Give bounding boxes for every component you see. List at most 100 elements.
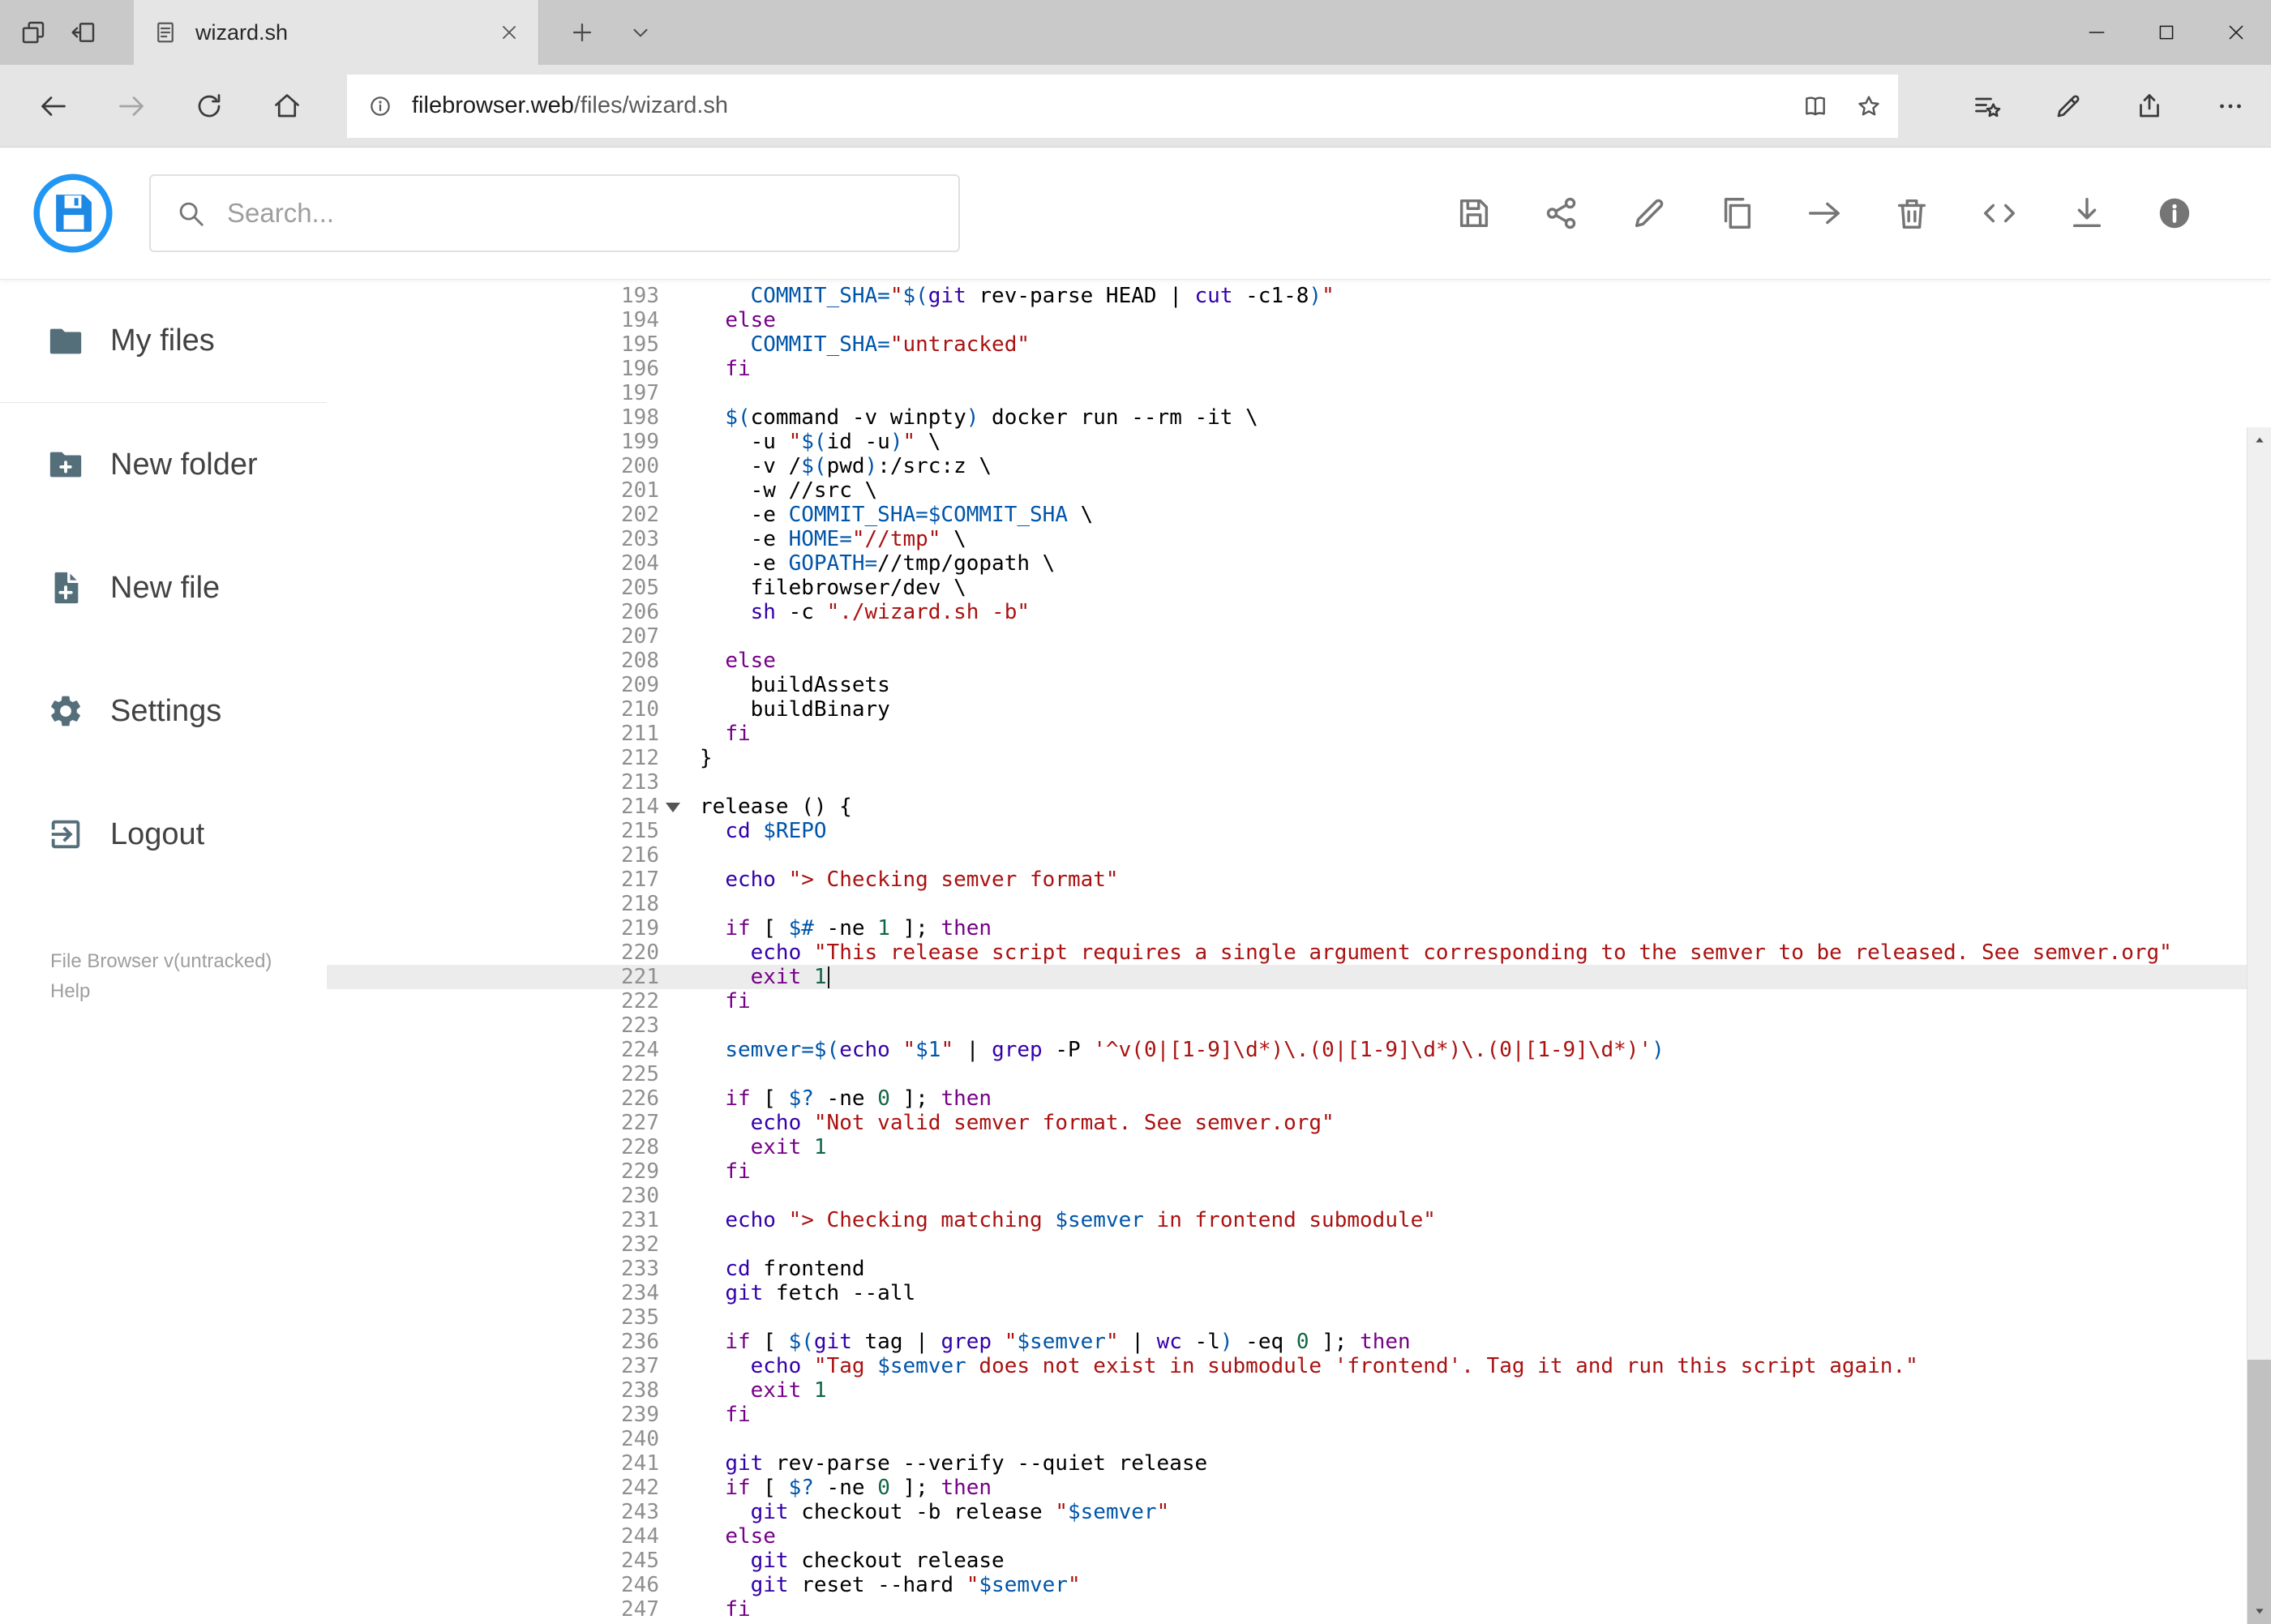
code-line-197[interactable]: 197: [327, 381, 2271, 405]
maximize-button[interactable]: [2132, 0, 2201, 65]
code-line-221[interactable]: 221 exit 1: [327, 965, 2271, 989]
refresh-button[interactable]: [170, 65, 248, 148]
tabs-aside-button[interactable]: [8, 0, 58, 65]
minimize-button[interactable]: [2062, 0, 2132, 65]
scroll-down-button[interactable]: [2247, 1598, 2271, 1624]
code-line-214[interactable]: 214 release () {: [327, 795, 2271, 819]
code-line-245[interactable]: 245 git checkout release: [327, 1549, 2271, 1573]
new-tab-button[interactable]: [556, 0, 608, 65]
code-line-208[interactable]: 208 else: [327, 649, 2271, 673]
code-line-222[interactable]: 222 fi: [327, 989, 2271, 1013]
code-line-200[interactable]: 200 -v /$(pwd):/src:z \: [327, 454, 2271, 478]
code-line-223[interactable]: 223: [327, 1013, 2271, 1038]
code-line-233[interactable]: 233 cd frontend: [327, 1257, 2271, 1281]
code-line-247[interactable]: 247 fi: [327, 1597, 2271, 1622]
code-line-231[interactable]: 231 echo "> Checking matching $semver in…: [327, 1208, 2271, 1232]
code-line-209[interactable]: 209 buildAssets: [327, 673, 2271, 697]
rename-button[interactable]: [1630, 195, 1668, 232]
code-line-219[interactable]: 219 if [ $# -ne 1 ]; then: [327, 916, 2271, 941]
code-line-227[interactable]: 227 echo "Not valid semver format. See s…: [327, 1111, 2271, 1135]
code-line-215[interactable]: 215 cd $REPO: [327, 819, 2271, 843]
code-line-240[interactable]: 240: [327, 1427, 2271, 1451]
code-line-193[interactable]: 193 COMMIT_SHA="$(git rev-parse HEAD | c…: [327, 284, 2271, 308]
code-line-202[interactable]: 202 -e COMMIT_SHA=$COMMIT_SHA \: [327, 503, 2271, 527]
code-line-242[interactable]: 242 if [ $? -ne 0 ]; then: [327, 1476, 2271, 1500]
delete-button[interactable]: [1893, 195, 1930, 232]
code-line-213[interactable]: 213: [327, 770, 2271, 795]
code-line-243[interactable]: 243 git checkout -b release "$semver": [327, 1500, 2271, 1524]
code-line-234[interactable]: 234 git fetch --all: [327, 1281, 2271, 1305]
code-editor[interactable]: 193 COMMIT_SHA="$(git rev-parse HEAD | c…: [327, 280, 2271, 1624]
code-line-201[interactable]: 201 -w //src \: [327, 478, 2271, 503]
back-button[interactable]: [15, 65, 92, 148]
code-line-237[interactable]: 237 echo "Tag $semver does not exist in …: [327, 1354, 2271, 1378]
code-line-206[interactable]: 206 sh -c "./wizard.sh -b": [327, 600, 2271, 624]
search-box[interactable]: [149, 174, 960, 252]
code-line-217[interactable]: 217 echo "> Checking semver format": [327, 868, 2271, 892]
code-line-199[interactable]: 199 -u "$(id -u)" \: [327, 430, 2271, 454]
code-line-211[interactable]: 211 fi: [327, 722, 2271, 746]
home-button[interactable]: [248, 65, 326, 148]
code-line-244[interactable]: 244 else: [327, 1524, 2271, 1549]
code-line-194[interactable]: 194 else: [327, 308, 2271, 332]
browser-share-button[interactable]: [2109, 65, 2190, 148]
code-line-224[interactable]: 224 semver=$(echo "$1" | grep -P '^v(0|[…: [327, 1038, 2271, 1062]
code-line-204[interactable]: 204 -e GOPATH=//tmp/gopath \: [327, 551, 2271, 576]
close-button[interactable]: [2201, 0, 2271, 65]
save-button[interactable]: [1455, 195, 1493, 232]
code-line-246[interactable]: 246 git reset --hard "$semver": [327, 1573, 2271, 1597]
sidebar-item-settings[interactable]: Settings: [0, 649, 327, 773]
sidebar-item-new-file[interactable]: New file: [0, 526, 327, 649]
code-line-218[interactable]: 218: [327, 892, 2271, 916]
set-tabs-aside-button[interactable]: [58, 0, 109, 65]
code-line-212[interactable]: 212}: [327, 746, 2271, 770]
share-button[interactable]: [1543, 195, 1580, 232]
fold-arrow-icon[interactable]: [666, 803, 680, 812]
code-line-229[interactable]: 229 fi: [327, 1159, 2271, 1184]
code-line-236[interactable]: 236 if [ $(git tag | grep "$semver" | wc…: [327, 1330, 2271, 1354]
help-link[interactable]: Help: [50, 976, 327, 1006]
more-menu-button[interactable]: [2190, 65, 2271, 148]
code-line-232[interactable]: 232: [327, 1232, 2271, 1257]
search-input[interactable]: [227, 198, 958, 229]
code-line-238[interactable]: 238 exit 1: [327, 1378, 2271, 1403]
code-line-205[interactable]: 205 filebrowser/dev \: [327, 576, 2271, 600]
scrollbar-thumb[interactable]: [2247, 1360, 2271, 1624]
move-button[interactable]: [1806, 195, 1843, 232]
code-line-239[interactable]: 239 fi: [327, 1403, 2271, 1427]
hub-favorites-button[interactable]: [1947, 65, 2028, 148]
address-bar[interactable]: filebrowser.web/files/wizard.sh: [347, 74, 1898, 138]
code-line-228[interactable]: 228 exit 1: [327, 1135, 2271, 1159]
code-line-210[interactable]: 210 buildBinary: [327, 697, 2271, 722]
tab-close-icon[interactable]: [499, 23, 519, 42]
code-line-198[interactable]: 198 $(command -v winpty) docker run --rm…: [327, 405, 2271, 430]
code-line-216[interactable]: 216: [327, 843, 2271, 868]
code-line-226[interactable]: 226 if [ $? -ne 0 ]; then: [327, 1086, 2271, 1111]
code-line-220[interactable]: 220 echo "This release script requires a…: [327, 941, 2271, 965]
favorite-star-icon[interactable]: [1856, 93, 1882, 119]
sidebar-item-logout[interactable]: Logout: [0, 773, 327, 896]
source-button[interactable]: [1981, 195, 2018, 232]
forward-button[interactable]: [92, 65, 170, 148]
code-line-241[interactable]: 241 git rev-parse --verify --quiet relea…: [327, 1451, 2271, 1476]
sidebar-item-new-folder[interactable]: New folder: [0, 403, 327, 526]
code-line-196[interactable]: 196 fi: [327, 357, 2271, 381]
code-line-230[interactable]: 230: [327, 1184, 2271, 1208]
code-line-203[interactable]: 203 -e HOME="//tmp" \: [327, 527, 2271, 551]
tab-preview-toggle[interactable]: [615, 0, 666, 65]
download-button[interactable]: [2068, 195, 2106, 232]
scroll-up-button[interactable]: [2247, 427, 2271, 453]
copy-button[interactable]: [1718, 195, 1755, 232]
code-line-207[interactable]: 207: [327, 624, 2271, 649]
code-line-225[interactable]: 225: [327, 1062, 2271, 1086]
browser-tab[interactable]: wizard.sh: [134, 0, 539, 65]
page-info-icon[interactable]: [368, 94, 392, 118]
info-button[interactable]: [2156, 195, 2193, 232]
code-line-235[interactable]: 235: [327, 1305, 2271, 1330]
page-scrollbar[interactable]: [2247, 427, 2271, 1624]
reading-view-icon[interactable]: [1802, 93, 1828, 119]
filebrowser-logo[interactable]: [32, 173, 114, 254]
web-note-button[interactable]: [2028, 65, 2109, 148]
code-line-195[interactable]: 195 COMMIT_SHA="untracked": [327, 332, 2271, 357]
sidebar-item-my-files[interactable]: My files: [0, 280, 327, 403]
